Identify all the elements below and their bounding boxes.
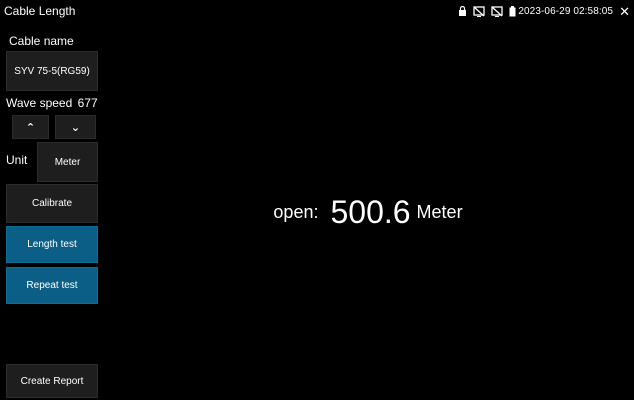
length-test-label: Length test xyxy=(27,239,77,250)
readout-status: open: xyxy=(273,201,319,222)
no-signal-icon xyxy=(491,5,503,17)
sidebar: Cable name SYV 75-5(RG59) Wave speed 677… xyxy=(0,22,102,398)
battery-icon xyxy=(509,5,516,17)
wave-speed-row: Wave speed 677 xyxy=(6,96,98,110)
readout-value: 500.6 xyxy=(330,193,411,230)
cable-name-label: Cable name xyxy=(9,34,74,48)
repeat-test-button[interactable]: Repeat test xyxy=(6,267,98,304)
calibrate-button[interactable]: Calibrate xyxy=(6,184,98,223)
cable-name-value: SYV 75-5(RG59) xyxy=(14,65,90,77)
chevron-down-icon: ⌄ xyxy=(70,121,81,134)
wave-speed-label: Wave speed xyxy=(6,96,73,110)
create-report-label: Create Report xyxy=(20,375,84,387)
chevron-up-icon: ⌃ xyxy=(25,121,36,134)
cable-name-button[interactable]: SYV 75-5(RG59) xyxy=(6,51,98,91)
close-icon[interactable]: ✕ xyxy=(619,5,630,18)
length-test-button[interactable]: Length test xyxy=(6,226,98,263)
repeat-test-label: Repeat test xyxy=(26,280,78,291)
unit-value: Meter xyxy=(54,156,81,168)
lock-icon xyxy=(458,6,467,16)
calibrate-label: Calibrate xyxy=(31,198,73,209)
length-readout: open: 500.6 Meter xyxy=(102,24,634,400)
unit-label: Unit xyxy=(6,153,28,167)
datetime: 2023-06-29 02:58:05 xyxy=(518,5,614,17)
main-display: open: 500.6 Meter xyxy=(102,22,634,398)
readout-unit: Meter xyxy=(416,201,463,222)
wave-speed-down-button[interactable]: ⌄ xyxy=(55,115,96,139)
create-report-button[interactable]: Create Report xyxy=(6,364,98,398)
unit-button[interactable]: Meter xyxy=(37,142,98,182)
title-bar: Cable Length 2023-06-29 02:58:05 ✕ xyxy=(0,0,634,22)
wave-speed-up-button[interactable]: ⌃ xyxy=(12,115,49,139)
wave-speed-value: 677 xyxy=(77,96,98,110)
window-title: Cable Length xyxy=(4,4,76,18)
status-area: 2023-06-29 02:58:05 ✕ xyxy=(458,0,630,22)
no-signal-icon xyxy=(473,5,485,17)
